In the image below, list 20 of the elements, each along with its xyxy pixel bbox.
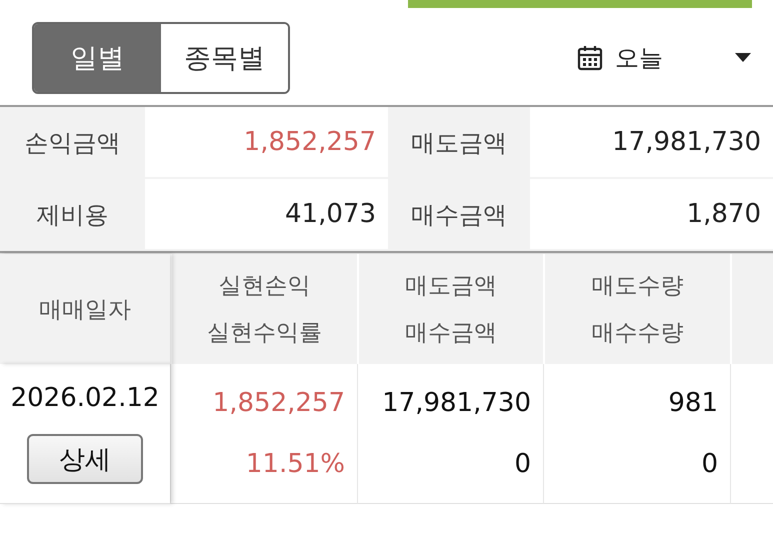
trade-date: 2026.02.12: [10, 382, 160, 413]
table-cell: 0: [514, 449, 531, 480]
detail-button[interactable]: 상세: [27, 434, 143, 484]
table-cell: 981: [668, 388, 718, 418]
calendar-icon: [577, 44, 603, 70]
table-cell: 0: [701, 449, 718, 480]
column-header: 매매일자: [0, 254, 170, 364]
date-filter-label[interactable]: 오늘: [615, 42, 663, 74]
table-cell: 17,981,730: [382, 388, 531, 418]
column-header: 매도금액 매수금액: [357, 254, 543, 364]
caret-icon[interactable]: [735, 52, 751, 62]
summary-value: 1,852,257: [145, 107, 388, 179]
summary-value: 41,073: [145, 179, 388, 251]
table-cell: 11.51%: [246, 449, 345, 480]
column-header: 매도수량 매수수량: [543, 254, 730, 364]
view-tab[interactable]: 일별: [34, 24, 161, 92]
column-header: 실현손익 실현수익률: [170, 254, 357, 364]
summary-value: 17,981,730: [530, 107, 773, 179]
summary-value: 1,870: [530, 179, 773, 251]
table-cell: 1,852,257: [212, 388, 345, 418]
